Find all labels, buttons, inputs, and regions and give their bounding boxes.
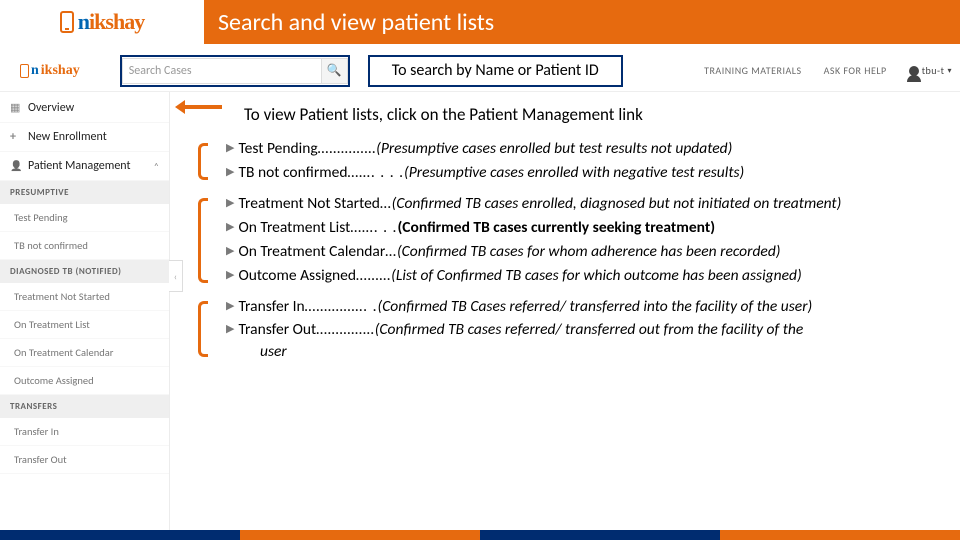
row-label: On Treatment List [238, 218, 350, 239]
row-dots: … [380, 194, 392, 215]
row-dots: ……. . . [350, 218, 397, 239]
row-desc: (Confirmed TB cases referred/ transferre… [375, 320, 804, 341]
row-desc: (Confirmed TB cases enrolled, diagnosed … [392, 194, 842, 215]
row-transfer-out-tail: user [260, 342, 954, 361]
row-on-treatment-calendar: ▶ On Treatment Calendar … (Confirmed TB … [226, 242, 954, 263]
user-menu[interactable]: tbu-t ▾ [909, 64, 952, 77]
triangle-icon: ▶ [226, 196, 234, 217]
sidebar-sub-tb-not-confirmed[interactable]: TB not confirmed [0, 232, 169, 260]
group-diagnosed: ▶ Treatment Not Started … (Confirmed TB … [188, 194, 954, 287]
chevron-down-icon: ▾ [947, 66, 952, 76]
user-icon [909, 66, 919, 76]
row-transfer-in: ▶ Transfer In ……………. . (Confirmed TB Cas… [226, 297, 954, 318]
person-icon [10, 159, 22, 171]
sidebar-label: Overview [28, 101, 74, 115]
sidebar-section-transfers: TRANSFERS [0, 395, 169, 418]
row-dots: ……… [356, 266, 391, 287]
row-label: Transfer Out [238, 320, 316, 341]
search-input[interactable]: Search Cases [122, 58, 322, 84]
row-test-pending: ▶ Test Pending …………… (Presumptive cases … [226, 139, 954, 160]
row-dots: …………… [318, 139, 377, 160]
sidebar-sub-treatment-not-started[interactable]: Treatment Not Started [0, 283, 169, 311]
row-dots: …………… [316, 320, 375, 341]
row-desc: (Confirmed TB cases for whom adherence h… [397, 242, 781, 263]
triangle-icon: ▶ [226, 220, 234, 241]
plus-icon [10, 130, 22, 142]
triangle-icon: ▶ [226, 244, 234, 265]
triangle-icon: ▶ [226, 141, 234, 162]
sidebar-sub-transfer-in[interactable]: Transfer In [0, 418, 169, 446]
group-transfers: ▶ Transfer In ……………. . (Confirmed TB Cas… [188, 297, 954, 362]
row-label: On Treatment Calendar [238, 242, 385, 263]
triangle-icon: ▶ [226, 165, 234, 186]
sidebar-section-presumptive: PRESUMPTIVE [0, 181, 169, 204]
brand-logo: nikshay [0, 0, 206, 44]
sidebar-item-patient-management[interactable]: Patient Management ˄ [0, 152, 169, 181]
search-button[interactable]: 🔍 [322, 58, 348, 84]
row-treatment-not-started: ▶ Treatment Not Started … (Confirmed TB … [226, 194, 954, 215]
group-presumptive: ▶ Test Pending …………… (Presumptive cases … [188, 139, 954, 184]
row-outcome-assigned: ▶ Outcome Assigned ……… (List of Confirme… [226, 266, 954, 287]
mini-logo: nikshay [20, 63, 80, 79]
sidebar-sub-on-treatment-calendar[interactable]: On Treatment Calendar [0, 339, 169, 367]
sidebar-sub-test-pending[interactable]: Test Pending [0, 204, 169, 232]
search-callout-frame: Search Cases 🔍 [120, 55, 350, 87]
row-desc: (Confirmed TB Cases referred/ transferre… [378, 297, 813, 318]
content-pane: To view Patient lists, click on the Pati… [170, 92, 960, 530]
patient-mgmt-hint: To view Patient lists, click on the Pati… [244, 104, 954, 125]
row-desc: (Presumptive cases enrolled but test res… [376, 139, 732, 160]
sidebar: Overview New Enrollment Patient Manageme… [0, 92, 170, 530]
search-callout: To search by Name or Patient ID [368, 55, 623, 87]
row-label: Test Pending [238, 139, 317, 160]
row-tb-not-confirmed: ▶ TB not confirmed ……. . . . (Presumptiv… [226, 163, 954, 184]
sidebar-section-diagnosed: DIAGNOSED TB (NOTIFIED) [0, 260, 169, 283]
row-label: Treatment Not Started [238, 194, 379, 215]
triangle-icon: ▶ [226, 322, 234, 343]
row-dots: ……………. . [305, 297, 378, 318]
bracket-icon [198, 301, 208, 358]
row-label: Transfer In [238, 297, 304, 318]
sidebar-label: Patient Management [28, 159, 131, 173]
row-desc: (Confirmed TB cases currently seeking tr… [397, 218, 715, 239]
sidebar-sub-outcome-assigned[interactable]: Outcome Assigned [0, 367, 169, 395]
chevron-up-icon: ˄ [154, 160, 159, 173]
nav-help[interactable]: ASK FOR HELP [824, 64, 887, 77]
bracket-icon [198, 198, 208, 283]
row-label: Outcome Assigned [238, 266, 356, 287]
row-transfer-out: ▶ Transfer Out …………… (Confirmed TB cases… [226, 320, 954, 341]
sidebar-sub-on-treatment-list[interactable]: On Treatment List [0, 311, 169, 339]
row-dots: ……. . . . [347, 163, 404, 184]
user-label: tbu-t [922, 64, 945, 77]
triangle-icon: ▶ [226, 268, 234, 289]
sidebar-label: New Enrollment [28, 130, 107, 144]
page-title: Search and view patient lists [206, 0, 960, 44]
arrow-left-icon [168, 100, 222, 114]
sidebar-item-overview[interactable]: Overview [0, 94, 169, 123]
bracket-icon [198, 143, 208, 180]
row-dots: … [385, 242, 397, 263]
triangle-icon: ▶ [226, 299, 234, 320]
row-desc: (Presumptive cases enrolled with negativ… [404, 163, 744, 184]
footer-stripe [0, 530, 960, 540]
sidebar-sub-transfer-out[interactable]: Transfer Out [0, 446, 169, 474]
sidebar-item-new-enrollment[interactable]: New Enrollment [0, 123, 169, 152]
search-icon: 🔍 [327, 63, 342, 78]
row-on-treatment-list: ▶ On Treatment List ……. . . (Confirmed T… [226, 218, 954, 239]
row-desc: (List of Confirmed TB cases for which ou… [391, 266, 802, 287]
nav-training[interactable]: TRAINING MATERIALS [704, 64, 801, 77]
phone-icon [60, 11, 74, 33]
grid-icon [10, 101, 22, 113]
row-label: TB not confirmed [238, 163, 347, 184]
app-header: nikshay Search Cases 🔍 To search by Name… [0, 50, 960, 92]
